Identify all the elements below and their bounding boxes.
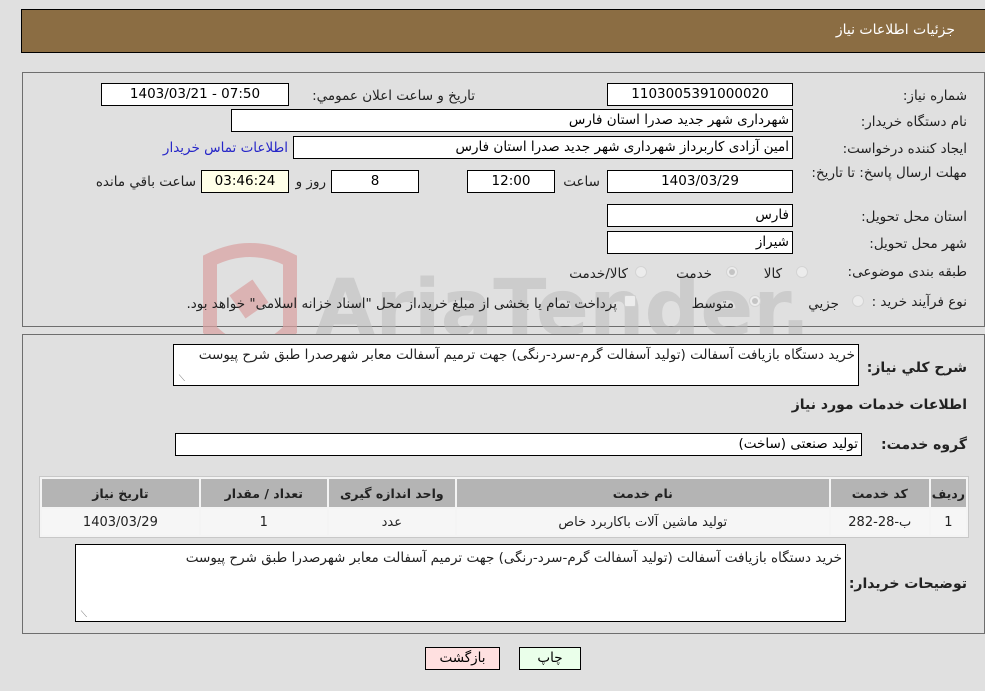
category-radio-goods-service[interactable] — [635, 266, 647, 278]
need-number-label: شماره نیاز: — [902, 88, 967, 104]
days-field: 8 — [331, 170, 419, 193]
service-group-field: تولید صنعتی (ساخت) — [175, 433, 862, 456]
col-need-date: تاریخ نیاز — [42, 479, 199, 507]
remaining-time-field: 03:46:24 — [201, 170, 289, 193]
cell-service-code: ب-28-282 — [830, 509, 929, 535]
announce-label: تاریخ و ساعت اعلان عمومي: — [312, 88, 475, 104]
buyer-contact-link[interactable]: اطلاعات تماس خریدار — [163, 140, 288, 156]
time-label: ساعت — [563, 174, 600, 190]
back-button[interactable]: بازگشت — [425, 647, 500, 670]
services-table: ردیف کد خدمت نام خدمت واحد اندازه گیری ت… — [39, 476, 969, 538]
service-group-label: گروه خدمت: — [881, 437, 967, 453]
need-number-field: 1103005391000020 — [607, 83, 793, 106]
print-button[interactable]: چاپ — [519, 647, 581, 670]
requester-label: ایجاد کننده درخواست: — [842, 141, 967, 157]
treasury-label: پرداخت تمام یا بخشی از مبلغ خرید،از محل … — [186, 296, 617, 312]
city-label: شهر محل تحویل: — [869, 236, 967, 252]
purchase-option-small: جزيي — [808, 296, 839, 312]
purchase-radio-medium[interactable] — [749, 295, 761, 307]
cell-service-name: تولید ماشین آلات باکاربرد خاص — [456, 509, 829, 535]
col-row-number: ردیف — [930, 479, 966, 507]
cell-need-date: 1403/03/29 — [42, 509, 199, 535]
page-title: جزئیات اطلاعات نیاز — [835, 22, 955, 38]
services-section-title: اطلاعات خدمات مورد نیاز — [791, 397, 967, 413]
deadline-date-field: 1403/03/29 — [607, 170, 793, 193]
category-option-goods: کالا — [763, 266, 782, 282]
table-header-row: ردیف کد خدمت نام خدمت واحد اندازه گیری ت… — [42, 479, 966, 507]
col-service-code: کد خدمت — [830, 479, 929, 507]
buyer-org-label: نام دستگاه خریدار: — [860, 114, 967, 130]
table-row: 1 ب-28-282 تولید ماشین آلات باکاربرد خاص… — [42, 509, 966, 535]
deadline-label: مهلت ارسال پاسخ: تا تاریخ: — [811, 165, 967, 181]
summary-text: خرید دستگاه بازیافت آسفالت (تولید آسفالت… — [198, 347, 855, 363]
category-label: طبقه بندی موضوعی: — [847, 264, 967, 280]
category-radio-service[interactable] — [726, 266, 738, 278]
requester-field: امین آزادی کاربرداز شهرداری شهر جدید صدر… — [293, 136, 793, 159]
category-option-service: خدمت — [676, 266, 712, 282]
category-option-goods-service: کالا/خدمت — [569, 266, 628, 282]
summary-label: شرح کلي نیاز: — [866, 360, 967, 376]
col-service-name: نام خدمت — [456, 479, 829, 507]
announce-field: 1403/03/21 - 07:50 — [101, 83, 289, 106]
city-field: شیراز — [607, 231, 793, 254]
remaining-label: ساعت باقي مانده — [95, 174, 196, 190]
province-field: فارس — [607, 204, 793, 227]
cell-unit: عدد — [328, 509, 455, 535]
purchase-radio-small[interactable] — [852, 295, 864, 307]
cell-row-number: 1 — [930, 509, 966, 535]
summary-textarea[interactable]: خرید دستگاه بازیافت آسفالت (تولید آسفالت… — [173, 344, 859, 386]
treasury-checkbox[interactable] — [624, 295, 636, 307]
province-label: استان محل تحویل: — [861, 209, 967, 225]
page-header: جزئیات اطلاعات نیاز — [21, 9, 985, 53]
category-radio-goods[interactable] — [796, 266, 808, 278]
purchase-type-label: نوع فرآیند خرید : — [871, 294, 967, 310]
col-quantity: تعداد / مقدار — [200, 479, 327, 507]
buyer-notes-label: توضیحات خریدار: — [848, 576, 967, 592]
deadline-time-field: 12:00 — [467, 170, 555, 193]
col-unit: واحد اندازه گیری — [328, 479, 455, 507]
buyer-notes-text: خرید دستگاه بازیافت آسفالت (تولید آسفالت… — [185, 550, 842, 566]
days-label: روز و — [295, 174, 326, 190]
resize-grip-icon[interactable]: ⟋ — [78, 611, 87, 620]
buyer-notes-textarea[interactable]: خرید دستگاه بازیافت آسفالت (تولید آسفالت… — [75, 544, 846, 622]
purchase-option-medium: متوسط — [691, 296, 734, 312]
cell-quantity: 1 — [200, 509, 327, 535]
resize-grip-icon[interactable]: ⟋ — [176, 375, 185, 384]
buyer-org-field: شهرداری شهر جدید صدرا استان فارس — [231, 109, 793, 132]
